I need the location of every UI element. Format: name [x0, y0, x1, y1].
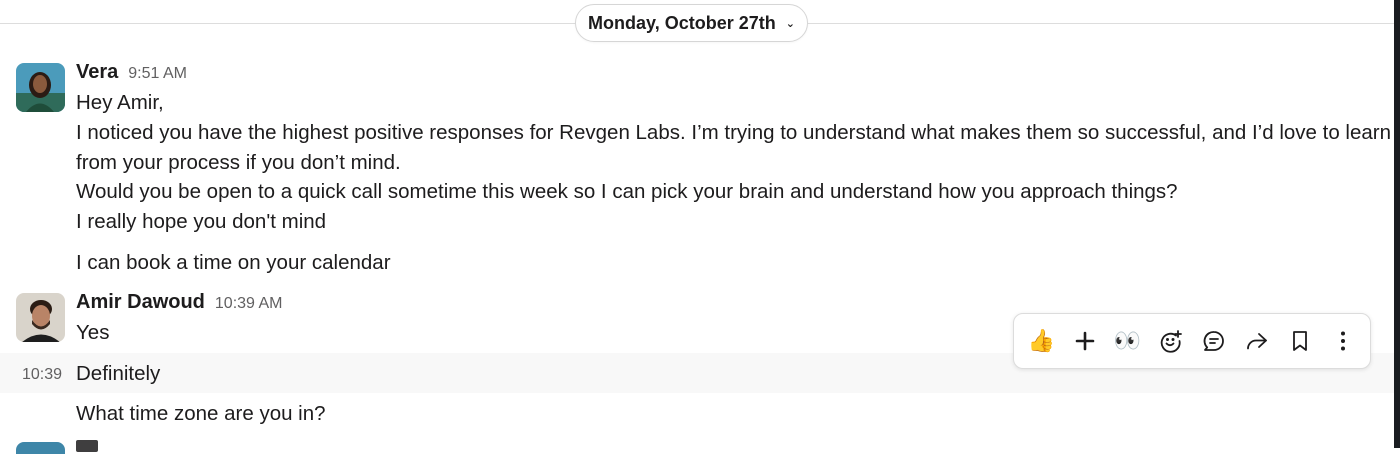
reply-in-thread-button[interactable] [1192, 321, 1235, 361]
add-reaction-icon [1160, 330, 1182, 353]
add-reaction-button[interactable] [1149, 321, 1192, 361]
avatar-vera[interactable] [16, 63, 65, 112]
message-line: What time zone are you in? [76, 402, 326, 425]
message-line: Definitely [76, 362, 161, 385]
save-for-later-button[interactable] [1278, 321, 1321, 361]
reply-in-thread-icon [1203, 331, 1224, 351]
more-actions-button[interactable] [1321, 321, 1364, 361]
scrollbar[interactable] [1394, 0, 1400, 448]
message-header: Vera 9:51 AM [76, 61, 187, 84]
message-line: from your process if you don’t mind. [76, 151, 401, 174]
message-line: I noticed you have the highest positive … [76, 121, 1392, 144]
hover-timestamp[interactable]: 10:39 [22, 366, 62, 384]
add-icon [1075, 331, 1094, 351]
add-button[interactable] [1063, 321, 1106, 361]
sender-name-partial [76, 440, 98, 452]
more-actions-icon [1340, 331, 1345, 351]
eyes-reaction-button[interactable]: 👀 [1106, 321, 1149, 361]
thumbs-up-reaction-button[interactable]: 👍 [1020, 321, 1063, 361]
date-divider-button[interactable]: Monday, October 27th ⌄ [575, 4, 808, 42]
chevron-down-icon: ⌄ [785, 18, 795, 30]
message-line: Hey Amir, [76, 91, 164, 114]
timestamp[interactable]: 10:39 AM [215, 295, 283, 313]
date-label: Monday, October 27th [588, 12, 776, 33]
message-header: Amir Dawoud 10:39 AM [76, 291, 283, 314]
message-line: Would you be open to a quick call someti… [76, 180, 1178, 203]
message-line: I can book a time on your calendar [76, 251, 391, 274]
sender-name[interactable]: Vera [76, 61, 118, 84]
forward-button[interactable] [1235, 321, 1278, 361]
message-line: I really hope you don't mind [76, 210, 327, 233]
message-line: Yes [76, 321, 110, 344]
message-actions-toolbar: 👍 👀 [1013, 313, 1371, 369]
avatar-amir[interactable] [16, 293, 65, 342]
forward-icon [1246, 333, 1267, 350]
avatar-partial[interactable] [16, 442, 65, 454]
eyes-icon: 👀 [1113, 328, 1142, 353]
bookmark-icon [1292, 331, 1307, 351]
timestamp[interactable]: 9:51 AM [128, 65, 187, 83]
thumbs-up-icon: 👍 [1027, 328, 1056, 353]
sender-name[interactable]: Amir Dawoud [76, 291, 205, 314]
